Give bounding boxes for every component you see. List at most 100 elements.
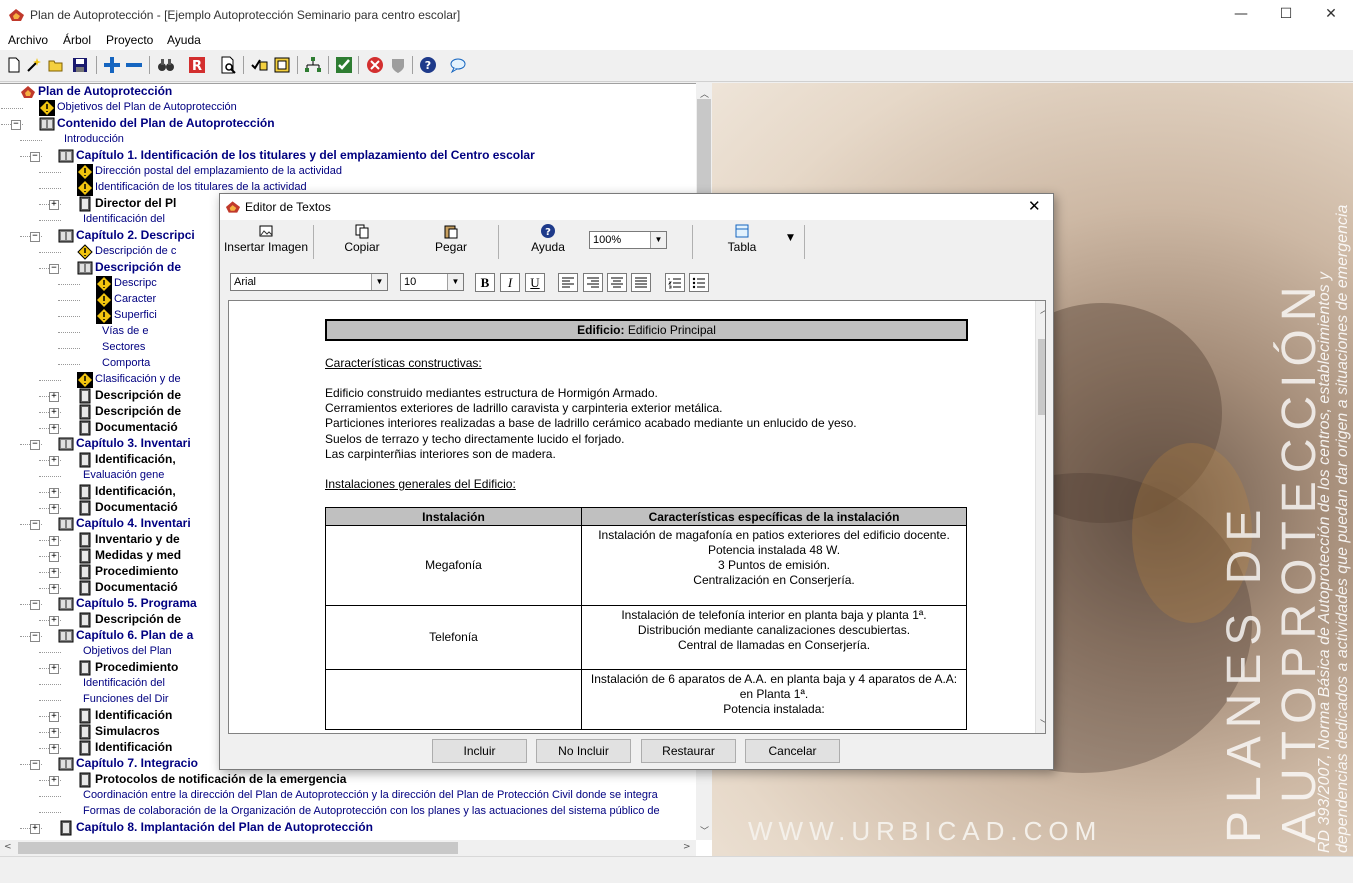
collapse-icon[interactable]: −	[30, 760, 40, 770]
collapse-icon[interactable]: −	[49, 264, 59, 274]
collapse-icon[interactable]: −	[30, 520, 40, 530]
expand-icon[interactable]: +	[49, 536, 59, 546]
no-include-button[interactable]: No Incluir	[536, 739, 631, 763]
minimize-button[interactable]: —	[1218, 0, 1264, 30]
maximize-button[interactable]: ☐	[1263, 0, 1309, 30]
help-button[interactable]: ? Ayuda	[524, 223, 572, 261]
tree-scroll-thumb[interactable]	[697, 99, 711, 194]
table-dropdown-icon[interactable]: ▼	[787, 233, 794, 243]
align-right-icon[interactable]	[583, 273, 603, 292]
expand-icon[interactable]: +	[49, 456, 59, 466]
splash-subtitle-line1: RD 393/2007, Norma Básica de Autoprotecc…	[1316, 271, 1333, 853]
collapse-icon[interactable]: −	[30, 600, 40, 610]
document-vertical-scrollbar[interactable]: ︿ ﹀	[1035, 301, 1045, 733]
table-button[interactable]: Tabla	[720, 223, 764, 261]
tree-item[interactable]: − Capítulo 1. Identificación de los titul…	[0, 148, 696, 164]
tree-item[interactable]: Introducción	[0, 132, 696, 148]
expand-icon[interactable]: +	[49, 392, 59, 402]
restore-button[interactable]: Restaurar	[641, 739, 736, 763]
copy-button[interactable]: Copiar	[335, 223, 389, 261]
font-select[interactable]: Arial ▼	[230, 273, 388, 291]
zoom-select[interactable]: 100% ▼	[589, 231, 667, 249]
collapse-icon[interactable]: −	[30, 232, 40, 242]
font-size-select[interactable]: 10 ▼	[400, 273, 464, 291]
new-icon[interactable]	[4, 55, 24, 75]
italic-button[interactable]: I	[500, 273, 520, 292]
expand-icon[interactable]: +	[49, 408, 59, 418]
wand-icon[interactable]	[24, 55, 44, 75]
tree-item-label: Dirección postal del emplazamiento de la…	[95, 165, 343, 177]
open-icon[interactable]	[46, 55, 66, 75]
scroll-down-icon[interactable]: ﹀	[700, 824, 709, 837]
expand-icon[interactable]: +	[30, 824, 40, 834]
scroll-left-icon[interactable]: <	[4, 842, 12, 852]
expand-icon[interactable]: +	[49, 488, 59, 498]
bullet-list-icon[interactable]	[689, 273, 709, 292]
tree-icon[interactable]	[303, 55, 323, 75]
expand-icon[interactable]: +	[49, 744, 59, 754]
note-icon[interactable]	[272, 55, 292, 75]
expand-icon[interactable]: +	[49, 728, 59, 738]
expand-icon[interactable]: +	[49, 712, 59, 722]
include-button[interactable]: Incluir	[432, 739, 527, 763]
stop-icon[interactable]	[365, 55, 385, 75]
binoculars-icon[interactable]	[156, 55, 176, 75]
expand-icon[interactable]: +	[49, 568, 59, 578]
menu-ayuda[interactable]: Ayuda	[167, 33, 201, 47]
expand-icon[interactable]: +	[49, 664, 59, 674]
scroll-up-icon[interactable]: ︿	[1040, 303, 1045, 316]
document-scroll-thumb[interactable]	[1038, 339, 1045, 415]
dialog-close-button[interactable]: ✕	[1028, 197, 1041, 215]
expand-icon[interactable]: +	[49, 616, 59, 626]
expand-icon[interactable]: +	[49, 776, 59, 786]
tree-item[interactable]: Formas de colaboración de la Organizació…	[0, 804, 696, 820]
scroll-down-icon[interactable]: ﹀	[1040, 717, 1045, 730]
tree-item[interactable]: Dirección postal del emplazamiento de la…	[0, 164, 696, 180]
tree-item[interactable]: − Contenido del Plan de Autoprotección	[0, 116, 696, 132]
menu-arbol[interactable]: Árbol	[63, 33, 91, 47]
collapse-icon[interactable]: −	[30, 632, 40, 642]
tree-hscroll-thumb[interactable]	[18, 842, 458, 854]
add-icon[interactable]	[102, 55, 122, 75]
tree-item[interactable]: Objetivos del Plan de Autoprotección	[0, 100, 696, 116]
shield-icon[interactable]	[388, 55, 408, 75]
scroll-right-icon[interactable]: >	[683, 842, 691, 852]
cancel-button[interactable]: Cancelar	[745, 739, 840, 763]
doc-line: Edificio construido mediantes estructura…	[325, 386, 658, 400]
report-icon[interactable]: R	[187, 55, 207, 75]
tree-horizontal-scrollbar[interactable]: < >	[0, 840, 696, 856]
tree-item[interactable]: Plan de Autoprotección	[0, 84, 696, 100]
collapse-icon[interactable]: −	[30, 440, 40, 450]
close-button[interactable]: ✕	[1308, 0, 1353, 30]
align-center-icon[interactable]	[607, 273, 627, 292]
check-list-icon[interactable]	[249, 55, 269, 75]
collapse-icon[interactable]: −	[30, 152, 40, 162]
preview-icon[interactable]	[218, 55, 238, 75]
menu-proyecto[interactable]: Proyecto	[106, 33, 153, 47]
align-left-icon[interactable]	[558, 273, 578, 292]
tree-item[interactable]: + Protocolos de notificación de la emerge…	[0, 772, 696, 788]
document-editor[interactable]: Edificio: Edificio Principal Característ…	[228, 300, 1046, 734]
expand-icon[interactable]: +	[49, 552, 59, 562]
remove-icon[interactable]	[124, 55, 144, 75]
help-icon[interactable]: ?	[418, 55, 438, 75]
align-justify-icon[interactable]	[631, 273, 651, 292]
check-icon[interactable]	[334, 55, 354, 75]
bold-button[interactable]: B	[475, 273, 495, 292]
chat-icon[interactable]	[448, 55, 468, 75]
save-icon[interactable]	[70, 55, 90, 75]
tree-item[interactable]: + Capítulo 8. Implantación del Plan de Au…	[0, 820, 696, 836]
expand-icon[interactable]: +	[49, 504, 59, 514]
expand-icon[interactable]: +	[49, 424, 59, 434]
paste-button[interactable]: Pegar	[425, 223, 477, 261]
underline-button[interactable]: U	[525, 273, 545, 292]
tree-item[interactable]: Coordinación entre la dirección del Plan…	[0, 788, 696, 804]
collapse-icon[interactable]: −	[11, 120, 21, 130]
installation-desc-line: Centralización en Conserjería.	[693, 573, 855, 587]
insert-image-button[interactable]: Insertar Imagen	[223, 223, 309, 261]
expand-icon[interactable]: +	[49, 200, 59, 210]
expand-icon[interactable]: +	[49, 584, 59, 594]
numbered-list-icon[interactable]	[665, 273, 685, 292]
menu-archivo[interactable]: Archivo	[8, 33, 48, 47]
installation-name-cell: Megafonía	[325, 525, 582, 606]
